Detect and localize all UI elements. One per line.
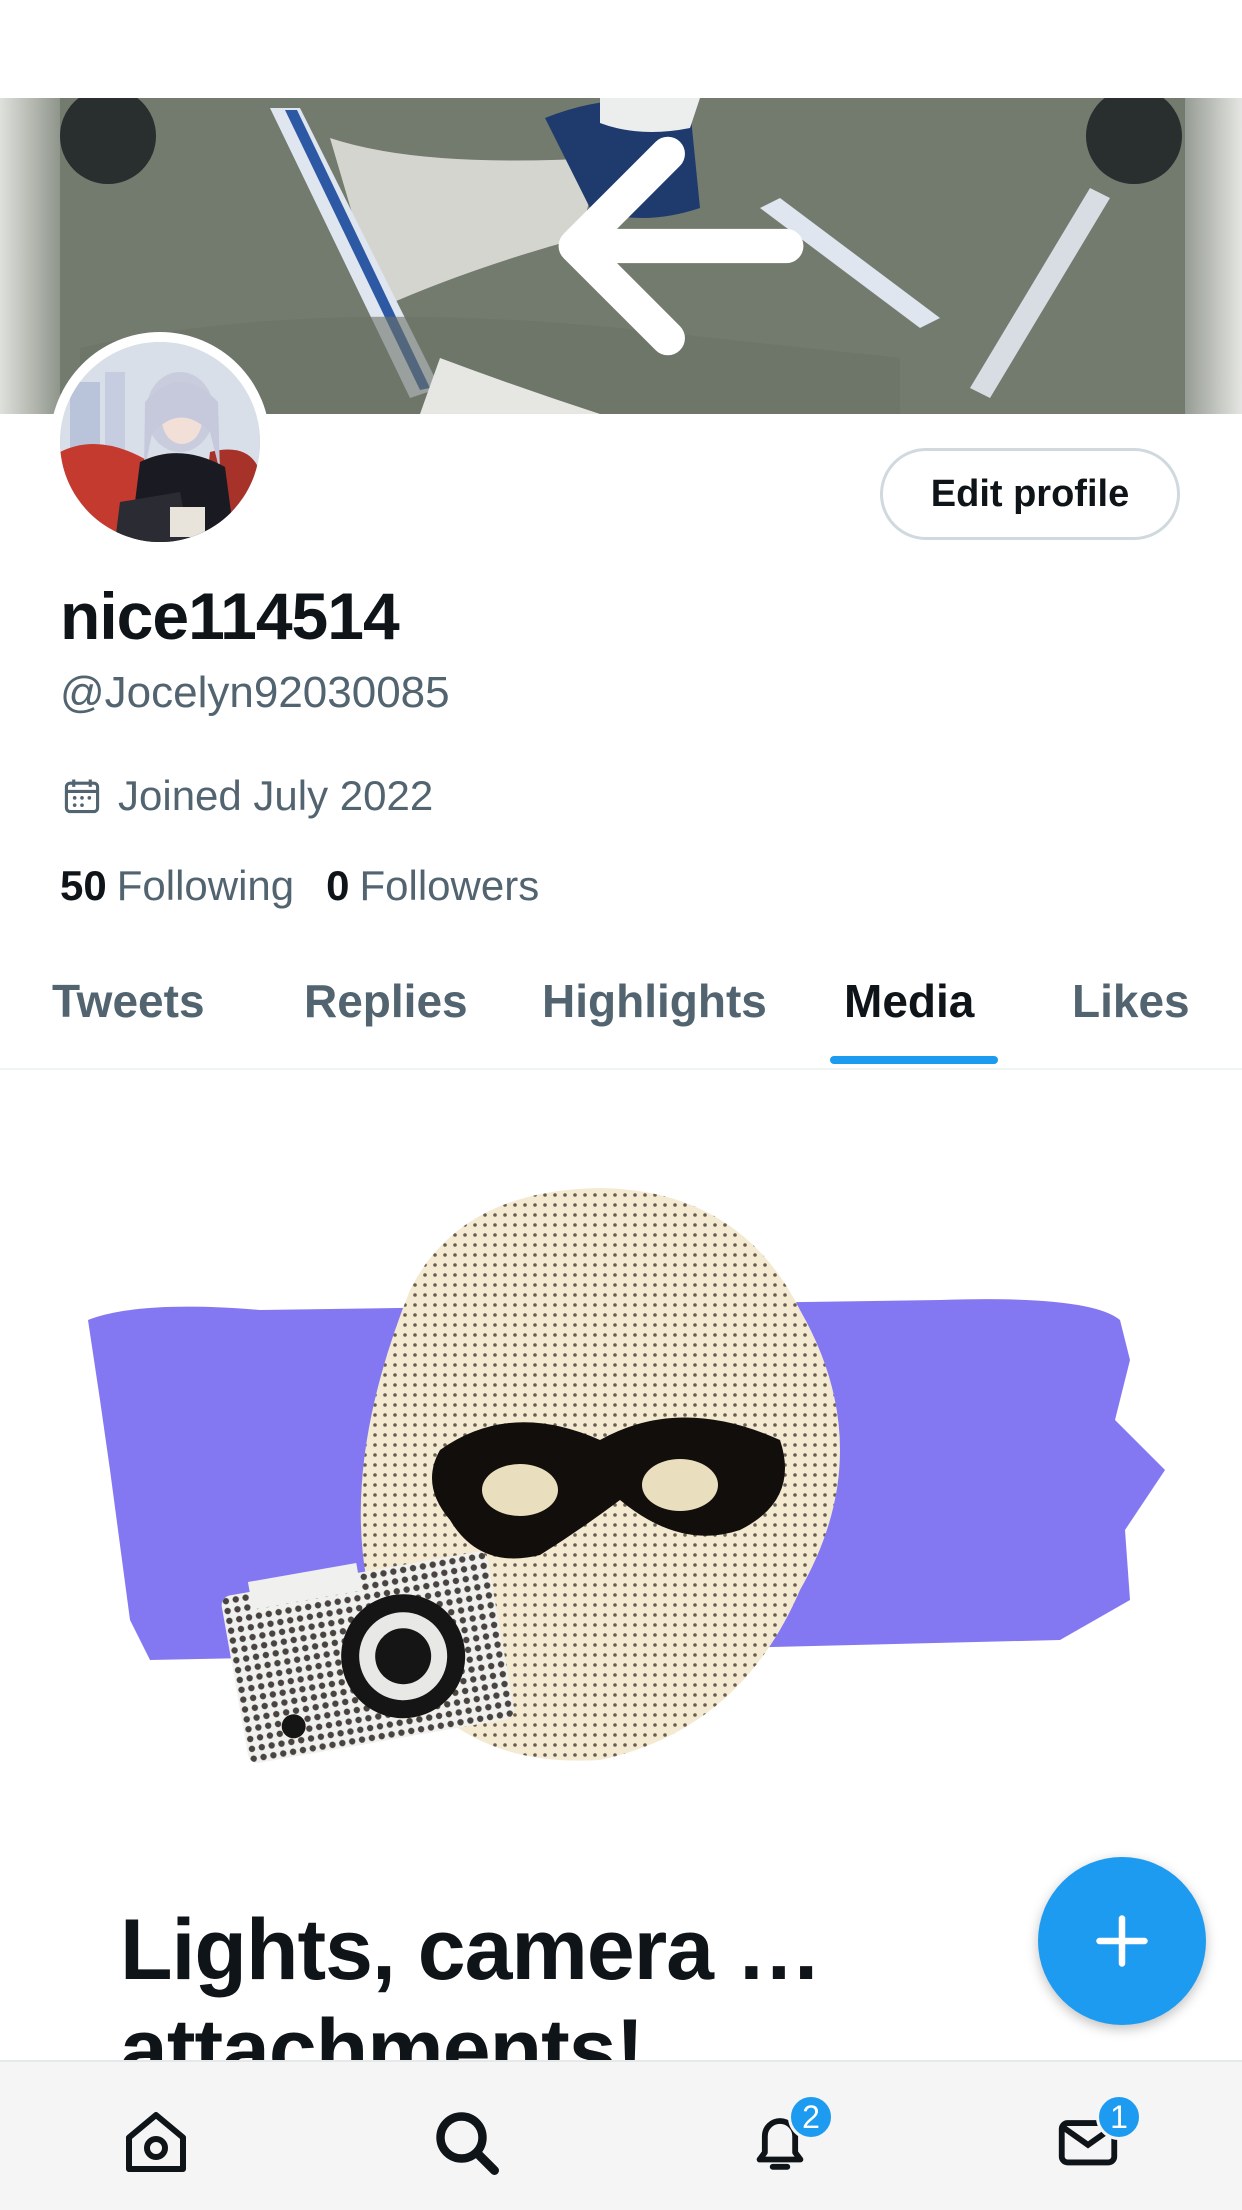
active-tab-indicator — [830, 1056, 998, 1064]
nav-notifications[interactable]: 2 — [740, 2094, 834, 2182]
bottom-navigation: 2 1 — [0, 2060, 1242, 2210]
avatar-image — [60, 342, 260, 542]
plus-icon — [1096, 1915, 1148, 1967]
tab-media[interactable]: Media — [844, 974, 974, 1028]
notifications-badge: 2 — [788, 2094, 834, 2140]
tab-likes[interactable]: Likes — [1072, 974, 1190, 1028]
search-tab-icon — [436, 2112, 499, 2175]
media-empty-illustration — [88, 1188, 1165, 1763]
nav-home[interactable] — [116, 2102, 196, 2182]
status-bar — [0, 0, 1242, 98]
tab-replies[interactable]: Replies — [304, 974, 468, 1028]
nav-messages[interactable]: 1 — [1048, 2094, 1142, 2182]
calendar-icon — [64, 779, 100, 814]
tab-tweets[interactable]: Tweets — [52, 974, 205, 1028]
back-arrow-icon — [558, 136, 804, 356]
back-button[interactable] — [60, 98, 804, 356]
tab-highlights[interactable]: Highlights — [542, 974, 767, 1028]
followers-link[interactable]: 0 Followers — [326, 862, 539, 910]
home-icon — [126, 2112, 186, 2172]
compose-tweet-button[interactable] — [1038, 1857, 1206, 2025]
user-handle: @Jocelyn92030085 — [60, 668, 450, 717]
followers-label: Followers — [359, 862, 540, 909]
following-count: 50 — [60, 862, 107, 909]
search-button[interactable] — [1086, 98, 1182, 184]
search-icon — [1086, 98, 1242, 404]
following-link[interactable]: 50 Following — [60, 862, 294, 910]
messages-badge: 1 — [1096, 2094, 1142, 2140]
avatar[interactable] — [60, 342, 260, 542]
follow-stats: 50 Following 0 Followers — [60, 862, 539, 910]
joined-date: Joined July 2022 — [60, 772, 433, 820]
joined-text: Joined July 2022 — [118, 772, 434, 819]
edit-profile-button[interactable]: Edit profile — [880, 448, 1180, 540]
followers-count: 0 — [326, 862, 350, 909]
following-label: Following — [116, 862, 295, 909]
nav-search[interactable] — [426, 2102, 506, 2182]
profile-tabs: Tweets Replies Highlights Media Likes — [0, 960, 1242, 1070]
display-name: nice114514 — [60, 579, 400, 653]
